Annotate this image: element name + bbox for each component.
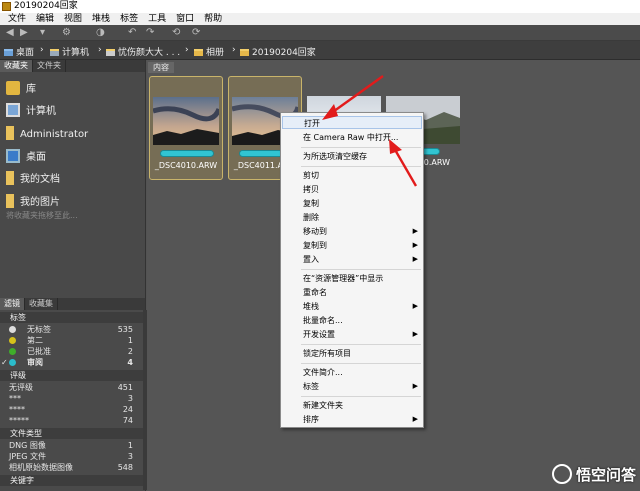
annotation-arrows bbox=[322, 75, 418, 187]
watermark: 悟空问答 bbox=[551, 464, 636, 485]
red-arrow-icon bbox=[389, 139, 418, 187]
wukong-logo-icon bbox=[551, 464, 572, 484]
red-arrow-icon bbox=[322, 75, 384, 120]
